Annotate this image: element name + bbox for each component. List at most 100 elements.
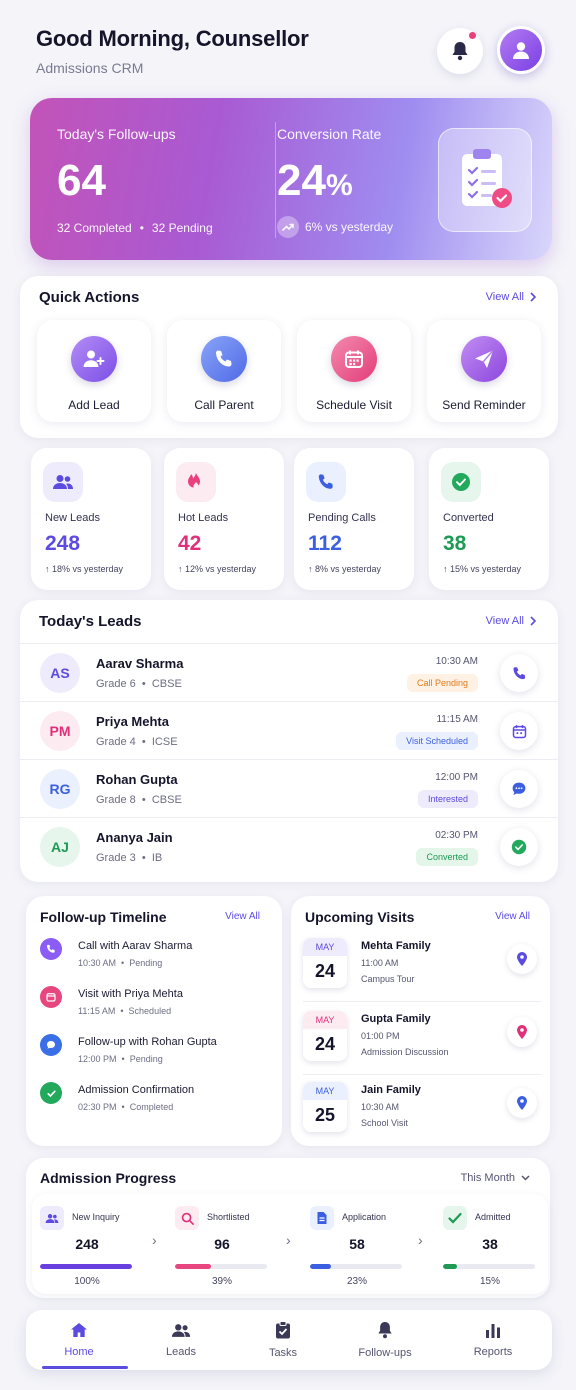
clipboard-check-icon	[438, 128, 532, 232]
visit-family: Mehta Family	[361, 940, 431, 952]
lead-grade: Grade 3	[96, 852, 136, 864]
stat-card-new-leads[interactable]: New Leads 248 ↑ 18% vs yesterday	[31, 448, 151, 590]
user-icon	[511, 40, 531, 60]
chevron-right-icon	[530, 616, 536, 626]
timeline-item[interactable]: Call with Aarav Sharma 10:30 AM • Pendin…	[40, 938, 270, 986]
conversion-rate: 24%	[277, 156, 353, 206]
nav-leads[interactable]: Leads	[130, 1310, 232, 1370]
converted-lead-button[interactable]	[500, 828, 538, 866]
lead-row[interactable]: PM Priya Mehta Grade 4 • ICSE 11:15 AM V…	[20, 701, 558, 759]
lead-time: 02:30 PM	[435, 830, 478, 841]
stat-delta: ↑ 8% vs yesterday	[308, 564, 382, 574]
visit-date: MAY 24	[303, 938, 347, 988]
timeline-view-all[interactable]: View All	[225, 911, 260, 922]
stage-progress-bar	[310, 1264, 402, 1269]
nav-home[interactable]: Home	[28, 1310, 130, 1370]
stage-percent: 100%	[74, 1276, 100, 1287]
call-lead-button[interactable]	[500, 654, 538, 692]
visit-month: MAY	[303, 1011, 347, 1029]
nav-tasks[interactable]: Tasks	[232, 1310, 334, 1370]
lead-row[interactable]: AS Aarav Sharma Grade 6 • CBSE 10:30 AM …	[20, 643, 558, 701]
period-select[interactable]: This Month	[461, 1172, 530, 1184]
stage-shortlisted[interactable]: Shortlisted 96 39%	[167, 1194, 277, 1294]
lead-time: 12:00 PM	[435, 772, 478, 783]
quick-actions-view-all[interactable]: View All	[486, 291, 536, 303]
check-circle-icon	[511, 839, 527, 855]
visit-item[interactable]: MAY 25 Jain Family 10:30 AM School Visit	[303, 1082, 541, 1144]
lead-time: 11:15 AM	[436, 714, 478, 725]
conversion-delta: 6% vs yesterday	[277, 216, 393, 238]
map-pin-icon	[516, 1096, 528, 1110]
summary-hero-card: Today's Follow-ups 64 32 Completed • 32 …	[30, 98, 552, 260]
lead-avatar: AS	[40, 653, 80, 693]
lead-board: CBSE	[151, 678, 182, 690]
visit-month: MAY	[303, 1082, 347, 1100]
separator-dot: •	[120, 1006, 124, 1016]
visit-item[interactable]: MAY 24 Mehta Family 11:00 AM Campus Tour	[303, 938, 541, 1000]
stage-percent: 39%	[211, 1276, 232, 1287]
stage-progress-bar	[40, 1264, 132, 1269]
stage-admitted[interactable]: Admitted 38 15%	[435, 1194, 545, 1294]
bell-icon	[451, 41, 469, 61]
visit-day: 25	[314, 1105, 336, 1125]
location-button[interactable]	[507, 1017, 537, 1047]
timeline-item-title: Admission Confirmation	[78, 1084, 195, 1096]
stage-label: Application	[342, 1212, 387, 1222]
timeline-item[interactable]: Admission Confirmation 02:30 PM • Comple…	[40, 1082, 270, 1130]
profile-avatar[interactable]	[497, 26, 545, 74]
visits-view-all[interactable]: View All	[495, 911, 530, 922]
send-reminder-button[interactable]: Send Reminder	[427, 320, 541, 422]
nav-followups[interactable]: Follow-ups	[334, 1310, 436, 1370]
stage-progress-fill	[443, 1264, 457, 1269]
stat-card-hot-leads[interactable]: Hot Leads 42 ↑ 12% vs yesterday	[164, 448, 284, 590]
nav-reports[interactable]: Reports	[442, 1310, 544, 1370]
lead-name: Ananya Jain	[96, 830, 173, 845]
stat-label: Hot Leads	[178, 512, 229, 524]
stage-new-inquiry[interactable]: New Inquiry 248 100%	[32, 1194, 142, 1294]
add-lead-button[interactable]: Add Lead	[37, 320, 151, 422]
calendar-icon	[331, 336, 377, 382]
phone-icon	[201, 336, 247, 382]
location-button[interactable]	[507, 944, 537, 974]
add-user-icon	[71, 336, 117, 382]
stat-card-pending-calls[interactable]: Pending Calls 112 ↑ 8% vs yesterday	[294, 448, 414, 590]
chevron-down-icon	[521, 1175, 530, 1181]
todays-leads-view-all[interactable]: View All	[486, 615, 536, 627]
notifications-button[interactable]	[437, 28, 483, 74]
lead-board: CBSE	[151, 794, 182, 806]
greeting-title: Good Morning, Counsellor	[36, 26, 309, 51]
location-button[interactable]	[507, 1088, 537, 1118]
timeline-time: 10:30 AM	[78, 958, 117, 968]
visit-time: 11:00 AM	[361, 958, 399, 968]
followup-timeline-card: Follow-up Timeline View All Call with Aa…	[26, 896, 282, 1146]
call-parent-button[interactable]: Call Parent	[167, 320, 281, 422]
stage-label: New Inquiry	[72, 1212, 120, 1222]
schedule-visit-button[interactable]: Schedule Visit	[297, 320, 411, 422]
chevron-right-icon	[530, 292, 536, 302]
separator-dot: •	[141, 736, 146, 748]
active-tab-indicator	[42, 1366, 128, 1369]
stat-card-converted[interactable]: Converted 38 ↑ 15% vs yesterday	[429, 448, 549, 590]
conversion-value: 24	[277, 156, 326, 205]
message-lead-button[interactable]	[500, 770, 538, 808]
timeline-item-title: Call with Aarav Sharma	[78, 940, 193, 952]
separator-dot: •	[121, 1054, 125, 1064]
home-icon	[70, 1322, 88, 1338]
visit-item[interactable]: MAY 24 Gupta Family 01:00 PM Admission Di…	[303, 1011, 541, 1073]
lead-row[interactable]: AJ Ananya Jain Grade 3 • IB 02:30 PM Con…	[20, 817, 558, 875]
progress-title: Admission Progress	[40, 1170, 177, 1186]
app-subtitle: Admissions CRM	[36, 60, 144, 76]
visit-day: 24	[314, 1034, 336, 1054]
schedule-lead-button[interactable]	[500, 712, 538, 750]
timeline-item[interactable]: Visit with Priya Mehta 11:15 AM • Schedu…	[40, 986, 270, 1034]
visit-type: Campus Tour	[361, 974, 415, 984]
stage-application[interactable]: Application 58 23%	[302, 1194, 412, 1294]
chevron-right-icon: ›	[152, 1232, 157, 1248]
separator-dot: •	[121, 958, 125, 968]
lead-grade: Grade 4	[96, 736, 136, 748]
timeline-item[interactable]: Follow-up with Rohan Gupta 12:00 PM • Pe…	[40, 1034, 270, 1082]
lead-row[interactable]: RG Rohan Gupta Grade 8 • CBSE 12:00 PM I…	[20, 759, 558, 817]
stat-value: 38	[443, 532, 467, 555]
timeline-item-meta: 12:00 PM • Pending	[78, 1054, 163, 1064]
chevron-right-icon: ›	[418, 1232, 423, 1248]
